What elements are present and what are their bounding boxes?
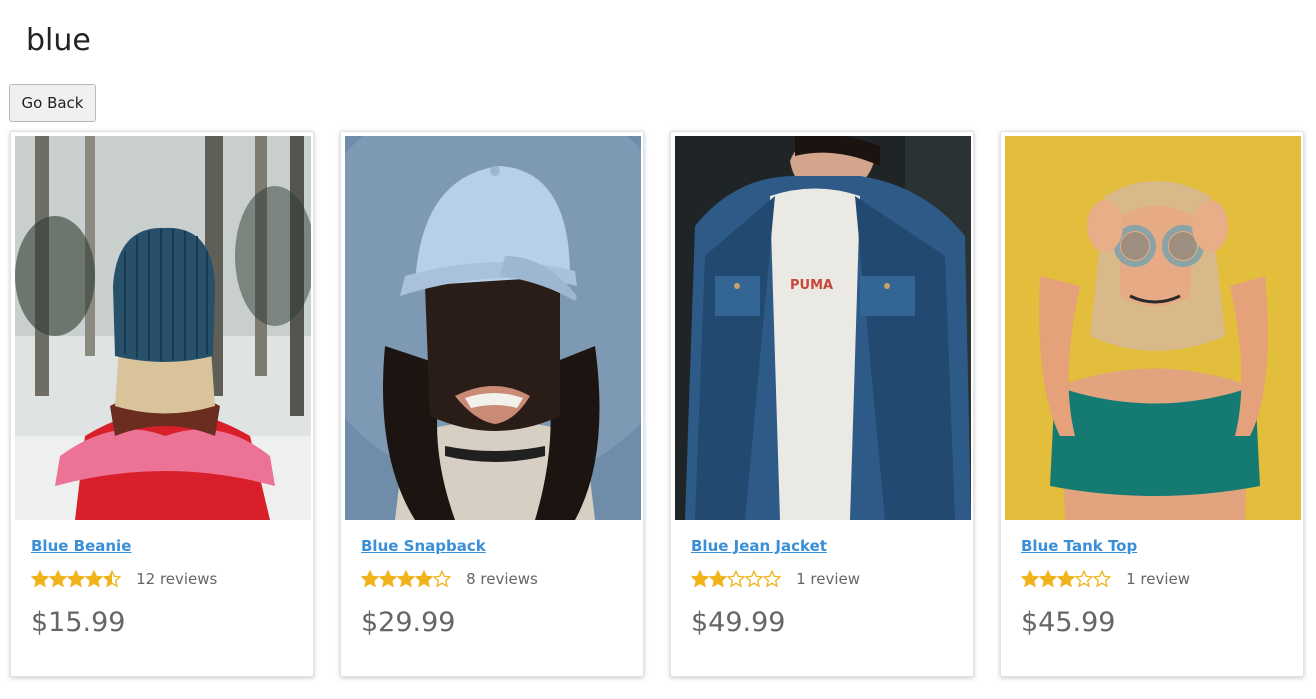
star-half-icon (103, 570, 121, 588)
star-full-icon (397, 570, 415, 588)
product-image[interactable]: PUMA (675, 136, 971, 520)
star-full-icon (49, 570, 67, 588)
product-image[interactable] (1005, 136, 1301, 520)
product-rating: 1 review (691, 568, 860, 590)
rating-stars (691, 569, 781, 589)
star-full-icon (31, 570, 49, 588)
rating-stars (1021, 569, 1111, 589)
star-full-icon (361, 570, 379, 588)
star-full-icon (85, 570, 103, 588)
product-price: $29.99 (361, 607, 456, 638)
star-full-icon (415, 570, 433, 588)
product-image[interactable] (345, 136, 641, 520)
star-full-icon (379, 570, 397, 588)
star-full-icon (1021, 570, 1039, 588)
review-count: 1 review (1126, 569, 1191, 588)
star-empty-icon (1093, 570, 1111, 588)
product-rating: 1 review (1021, 568, 1190, 590)
star-full-icon (1057, 570, 1075, 588)
star-full-icon (67, 570, 85, 588)
review-count: 1 review (796, 569, 861, 588)
svg-text:PUMA: PUMA (790, 278, 833, 293)
star-empty-icon (433, 570, 451, 588)
star-full-icon (691, 570, 709, 588)
product-title-link[interactable]: Blue Snapback (361, 537, 486, 555)
product-card: Blue Snapback 8 reviews $29.99 (340, 131, 644, 677)
product-card: Blue Beanie 12 reviews $15.99 (10, 131, 314, 677)
product-title-link[interactable]: Blue Jean Jacket (691, 537, 827, 555)
product-card: PUMA Blue Jean Jacket 1 review $49.99 (670, 131, 974, 677)
star-empty-icon (1075, 570, 1093, 588)
product-card: Blue Tank Top 1 review $45.99 (1000, 131, 1304, 677)
go-back-button[interactable]: Go Back (9, 84, 96, 122)
review-count: 12 reviews (136, 569, 218, 588)
product-price: $45.99 (1021, 607, 1116, 638)
star-empty-icon (727, 570, 745, 588)
star-full-icon (709, 570, 727, 588)
product-price: $49.99 (691, 607, 786, 638)
star-full-icon (1039, 570, 1057, 588)
product-rating: 8 reviews (361, 568, 538, 590)
product-image[interactable] (15, 136, 311, 520)
review-count: 8 reviews (466, 569, 538, 588)
product-title-link[interactable]: Blue Tank Top (1021, 537, 1137, 555)
page-title: blue (26, 23, 91, 58)
product-price: $15.99 (31, 607, 126, 638)
star-empty-icon (745, 570, 763, 588)
star-empty-icon (763, 570, 781, 588)
product-title-link[interactable]: Blue Beanie (31, 537, 131, 555)
rating-stars (31, 569, 121, 589)
rating-stars (361, 569, 451, 589)
product-rating: 12 reviews (31, 568, 217, 590)
